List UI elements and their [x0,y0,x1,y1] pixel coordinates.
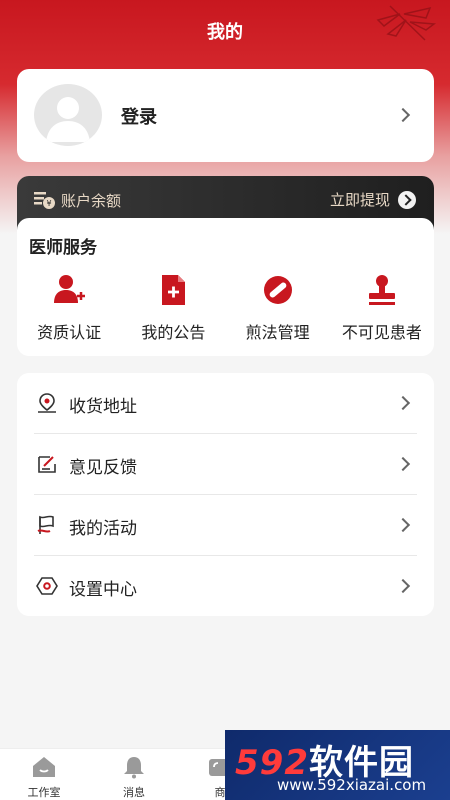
login-label[interactable]: 登录 [121,103,157,129]
menu-label[interactable]: 意见反馈 [69,453,137,478]
services-grid: 资质认证 我的公告 煎法管理 不可见患者 [17,273,434,348]
tab-messages[interactable]: 消息 [104,755,164,800]
menu-item-my-activities[interactable]: 我的活动 [17,495,434,556]
watermark-banner: 592软件园 www.592xiazai.com [225,730,450,800]
settings-hexagon-icon [36,577,58,595]
tab-label[interactable]: 消息 [104,784,164,800]
settings-menu-card: 收货地址 意见反馈 我的活动 设置中心 [17,373,434,616]
tab-workroom[interactable]: 工作室 [14,755,74,800]
document-plus-icon [162,275,186,305]
svg-text:¥: ¥ [46,199,51,208]
watermark-url: www.592xiazai.com [277,776,427,794]
balance-label: 账户余额 [61,192,122,210]
menu-label[interactable]: 我的活动 [69,514,137,539]
activity-flag-icon [37,515,54,534]
chevron-right-icon[interactable] [395,517,411,533]
wallet-coin-icon: ¥ [34,192,55,209]
service-label[interactable]: 资质认证 [37,319,101,343]
service-label[interactable]: 不可见患者 [342,319,422,343]
tab-label[interactable]: 工作室 [14,784,74,800]
menu-label[interactable]: 设置中心 [69,575,137,600]
service-item-decoction[interactable]: 煎法管理 [228,273,328,348]
default-avatar-icon [46,97,90,142]
withdraw-label[interactable]: 立即提现 [330,189,390,210]
user-add-icon [54,275,86,303]
page-title: 我的 [207,22,243,43]
menu-item-feedback[interactable]: 意见反馈 [17,434,434,495]
chevron-right-icon[interactable] [395,107,411,123]
menu-item-settings-center[interactable]: 设置中心 [17,556,434,617]
service-label[interactable]: 煎法管理 [246,319,310,343]
feedback-edit-icon [38,456,56,473]
chevron-right-icon[interactable] [395,395,411,411]
menu-label[interactable]: 收货地址 [69,392,137,417]
menu-item-shipping-address[interactable]: 收货地址 [17,373,434,434]
bell-icon [124,757,144,779]
service-item-invisible-patients[interactable]: 不可见患者 [332,273,432,348]
service-item-qualification[interactable]: 资质认证 [19,273,119,348]
withdraw-button[interactable]: 立即提现 [330,189,416,210]
chevron-right-circle-icon[interactable] [398,190,416,209]
stamp-icon [368,275,395,305]
service-item-announcement[interactable]: 我的公告 [123,273,223,348]
chevron-right-icon[interactable] [395,578,411,594]
avatar[interactable] [34,84,102,146]
home-icon [33,757,55,777]
services-title: 医师服务 [29,238,97,258]
location-pin-icon [38,393,56,413]
login-card[interactable]: 登录 [17,69,434,162]
pill-icon [263,276,292,304]
doctor-services-card: 医师服务 资质认证 我的公告 煎法管理 不可见患者 [17,218,434,356]
service-label[interactable]: 我的公告 [141,319,205,343]
chevron-right-icon[interactable] [395,456,411,472]
